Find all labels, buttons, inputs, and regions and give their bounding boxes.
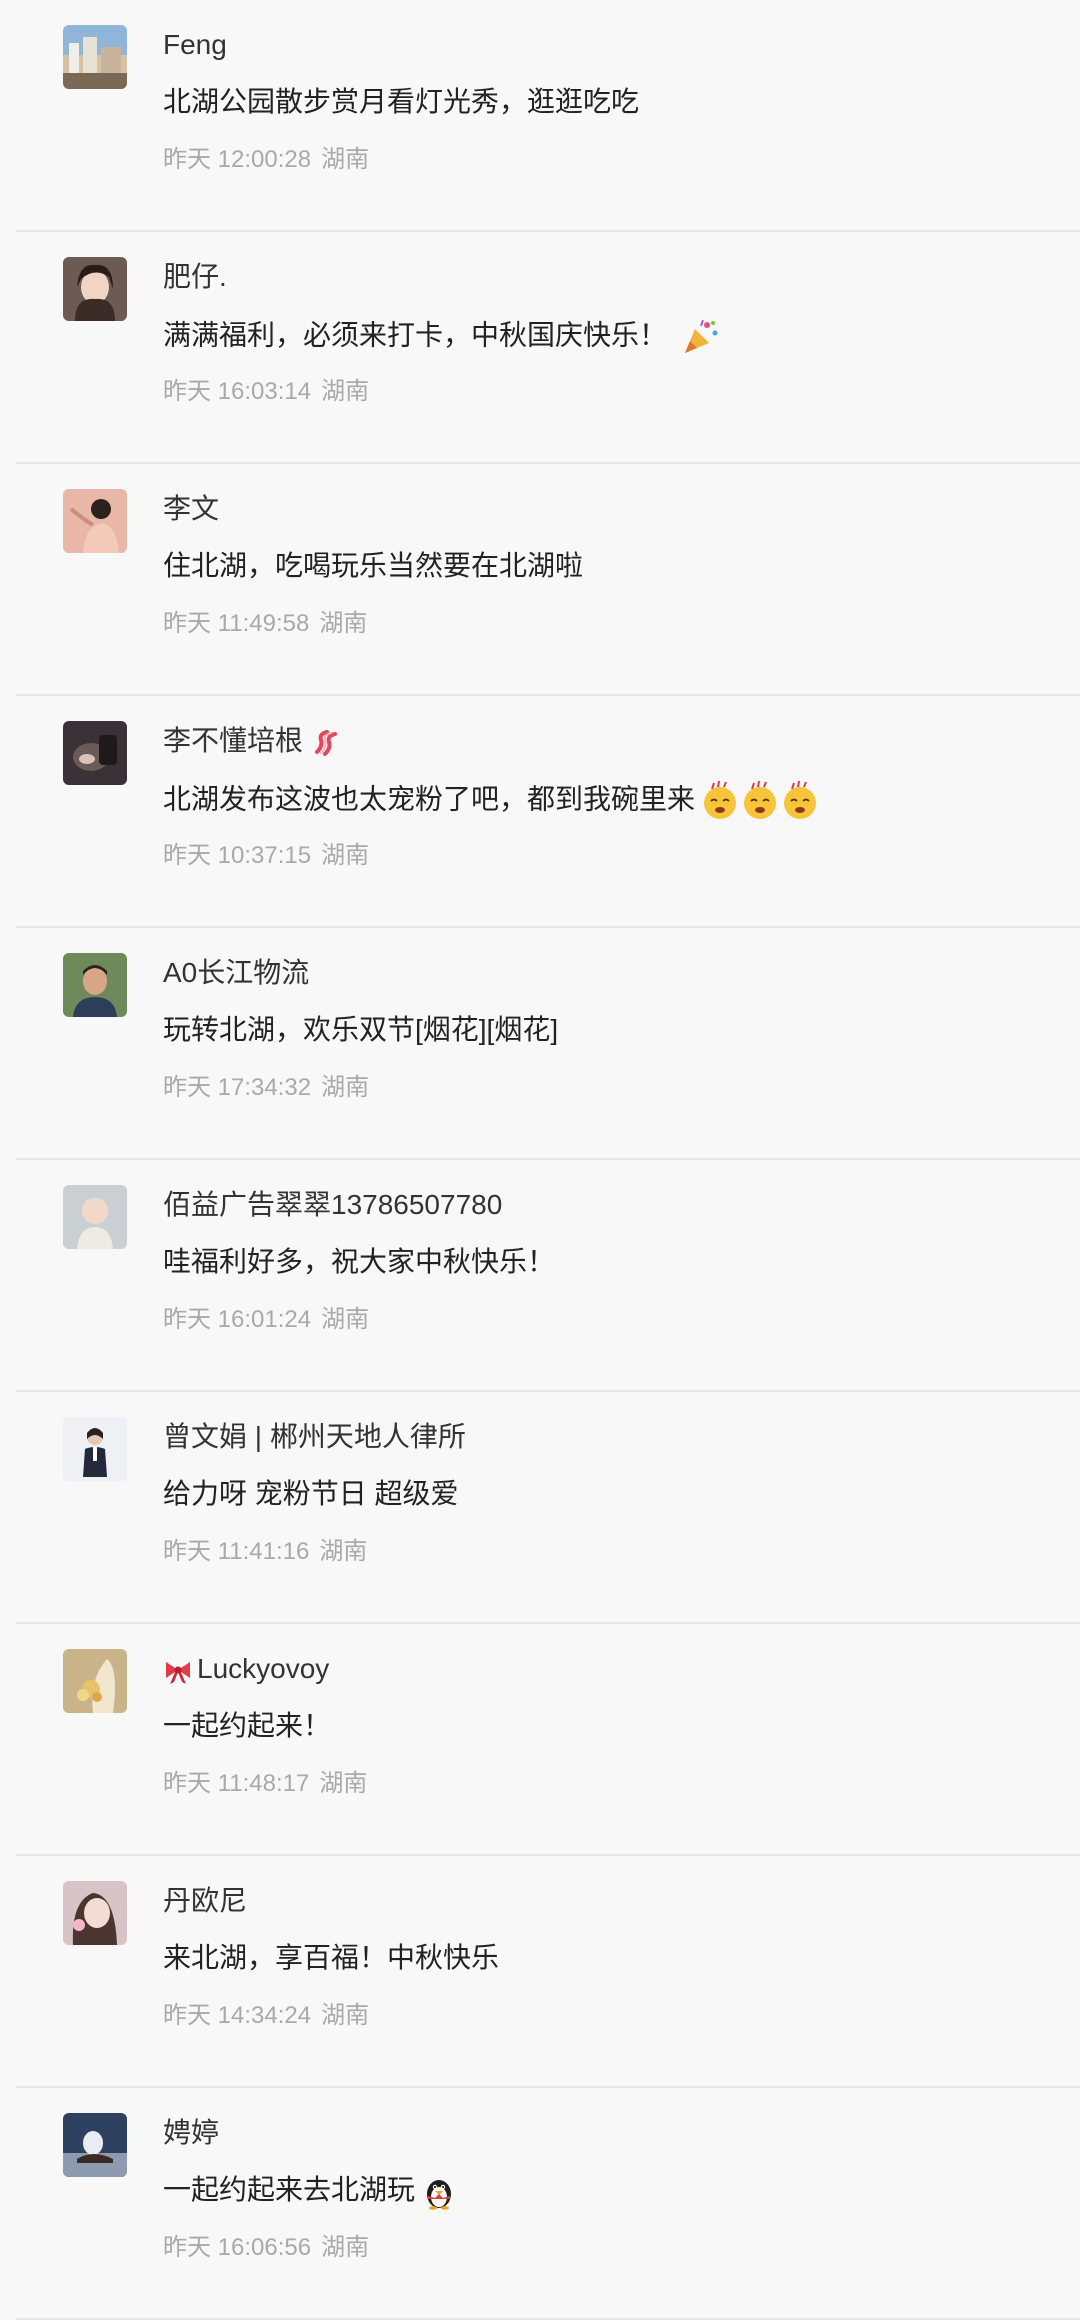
comment-item: 李不懂培根 北湖发布这波也太宠粉了吧，都到我碗里来 昨天 10:37:15 湖南 (16, 696, 1080, 928)
comment-text: 一起约起来去北湖玩 (163, 2173, 457, 2210)
party-popper-icon (684, 319, 718, 353)
comment-text: 一起约起来！ (163, 1710, 332, 1741)
comment-text: 满满福利，必须来打卡，中秋国庆快乐！ (163, 317, 721, 357)
flowers-photo-icon (63, 1649, 127, 1713)
illustration-photo-icon (63, 489, 127, 553)
comment-text: 玩转北湖，欢乐双节[烟花][烟花] (163, 1014, 559, 1045)
comment-text-body: 满满福利，必须来打卡，中秋国庆快乐！ (163, 319, 668, 351)
comment-author[interactable]: 娉婷 (163, 2116, 219, 2150)
comment-meta: 昨天 11:49:58 湖南 (163, 609, 367, 639)
comment-meta: 昨天 11:48:17 湖南 (163, 1769, 367, 1799)
avatar[interactable] (63, 953, 127, 1017)
comment-author-name: Luckyovoy (197, 1653, 330, 1684)
comment-meta: 昨天 17:34:32 湖南 (163, 1073, 369, 1103)
woman-suit-photo-icon (63, 1417, 127, 1481)
avatar[interactable] (63, 2113, 127, 2177)
comment-time: 昨天 11:41:16 (163, 1538, 310, 1565)
penguin-icon (427, 2179, 452, 2210)
avatar[interactable] (63, 1649, 127, 1713)
comment-time: 昨天 11:48:17 (163, 1770, 310, 1797)
comment-text: 北湖公园散步赏月看灯光秀，逛逛吃吃 (163, 86, 640, 117)
comment-region: 湖南 (321, 378, 370, 405)
comment-time: 昨天 11:49:58 (163, 610, 310, 637)
comment-author[interactable]: Feng (163, 28, 227, 62)
avatar[interactable] (63, 489, 127, 553)
comment-item: 李文 住北湖，吃喝玩乐当然要在北湖啦 昨天 11:49:58 湖南 (16, 464, 1080, 696)
comment-author-name: 李不懂培根 (163, 725, 304, 756)
comment-meta: 昨天 16:01:24 湖南 (163, 1305, 369, 1335)
comment-time: 昨天 16:01:24 (163, 1306, 312, 1333)
comment-author[interactable]: 肥仔. (163, 260, 227, 294)
comment-region: 湖南 (319, 610, 368, 637)
comment-meta: 昨天 14:34:24 湖南 (163, 2001, 369, 2031)
man-photo-icon (63, 953, 127, 1017)
portrait-photo-icon (63, 257, 127, 321)
dark-photo-icon (63, 721, 127, 785)
comment-meta: 昨天 10:37:15 湖南 (163, 841, 369, 871)
avatar[interactable] (63, 1881, 127, 1945)
avatar[interactable] (63, 257, 127, 321)
comment-list: Feng 北湖公园散步赏月看灯光秀，逛逛吃吃 昨天 12:00:28 湖南 肥仔.… (0, 0, 1080, 2320)
ribbon-icon (166, 1661, 190, 1684)
comment-author[interactable]: 李文 (163, 492, 219, 526)
comment-region: 湖南 (321, 842, 370, 869)
comment-text-body: 一起约起来去北湖玩 (163, 2174, 416, 2205)
comment-time: 昨天 16:06:56 (163, 2234, 312, 2261)
comment-author[interactable]: 李不懂培根 (163, 724, 343, 758)
comment-time: 昨天 12:00:28 (163, 146, 312, 173)
comment-meta: 昨天 16:03:14 湖南 (163, 377, 369, 407)
girl-photo-icon (63, 1881, 127, 1945)
comment-item: Feng 北湖公园散步赏月看灯光秀，逛逛吃吃 昨天 12:00:28 湖南 (16, 0, 1080, 232)
city-photo-icon (63, 25, 127, 89)
comment-region: 湖南 (321, 1074, 370, 1101)
comment-text: 住北湖，吃喝玩乐当然要在北湖啦 (163, 550, 584, 581)
comment-text: 哇福利好多，祝大家中秋快乐！ (163, 1246, 556, 1277)
comment-meta: 昨天 11:41:16 湖南 (163, 1537, 367, 1567)
night-scene-photo-icon (63, 2113, 127, 2177)
comment-item: Luckyovoy 一起约起来！ 昨天 11:48:17 湖南 (16, 1624, 1080, 1856)
comment-meta: 昨天 16:06:56 湖南 (163, 2233, 369, 2263)
comment-text: 北湖发布这波也太宠粉了吧，都到我碗里来 (163, 781, 819, 821)
comment-author[interactable]: A0长江物流 (163, 956, 309, 990)
comment-region: 湖南 (319, 1770, 368, 1797)
comment-text: 给力呀 宠粉节日 超级爱 (163, 1478, 459, 1509)
comment-author[interactable]: Luckyovoy (163, 1652, 329, 1686)
comment-region: 湖南 (321, 146, 370, 173)
comment-item: 曾文娟 | 郴州天地人律所 给力呀 宠粉节日 超级爱 昨天 11:41:16 湖南 (16, 1392, 1080, 1624)
comment-author[interactable]: 佰益广告翠翠13786507780 (163, 1188, 502, 1222)
comment-region: 湖南 (319, 1538, 368, 1565)
hungry-face-icon (704, 781, 817, 819)
comment-item: 丹欧尼 来北湖，享百福！中秋快乐 昨天 14:34:24 湖南 (16, 1856, 1080, 2088)
bacon-icon (314, 729, 337, 756)
baby-photo-icon (63, 1185, 127, 1249)
avatar[interactable] (63, 25, 127, 89)
comment-author[interactable]: 曾文娟 | 郴州天地人律所 (163, 1420, 466, 1454)
comment-author[interactable]: 丹欧尼 (163, 1884, 247, 1918)
comment-region: 湖南 (321, 2234, 370, 2261)
comment-time: 昨天 10:37:15 (163, 842, 312, 869)
comment-region: 湖南 (321, 2002, 370, 2029)
comment-time: 昨天 14:34:24 (163, 2002, 312, 2029)
avatar[interactable] (63, 1185, 127, 1249)
comment-text-body: 北湖发布这波也太宠粉了吧，都到我碗里来 (163, 783, 696, 815)
comment-meta: 昨天 12:00:28 湖南 (163, 145, 369, 175)
avatar[interactable] (63, 1417, 127, 1481)
comment-item: 娉婷 一起约起来去北湖玩 昨天 16:06:56 湖南 (16, 2088, 1080, 2320)
comment-item: 佰益广告翠翠13786507780 哇福利好多，祝大家中秋快乐！ 昨天 16:0… (16, 1160, 1080, 1392)
comment-item: 肥仔. 满满福利，必须来打卡，中秋国庆快乐！ 昨天 16:03:14 湖南 (16, 232, 1080, 464)
avatar[interactable] (63, 721, 127, 785)
comment-item: A0长江物流 玩转北湖，欢乐双节[烟花][烟花] 昨天 17:34:32 湖南 (16, 928, 1080, 1160)
comment-time: 昨天 17:34:32 (163, 1074, 312, 1101)
comment-region: 湖南 (321, 1306, 370, 1333)
comment-time: 昨天 16:03:14 (163, 378, 312, 405)
comment-text: 来北湖，享百福！中秋快乐 (163, 1942, 500, 1973)
